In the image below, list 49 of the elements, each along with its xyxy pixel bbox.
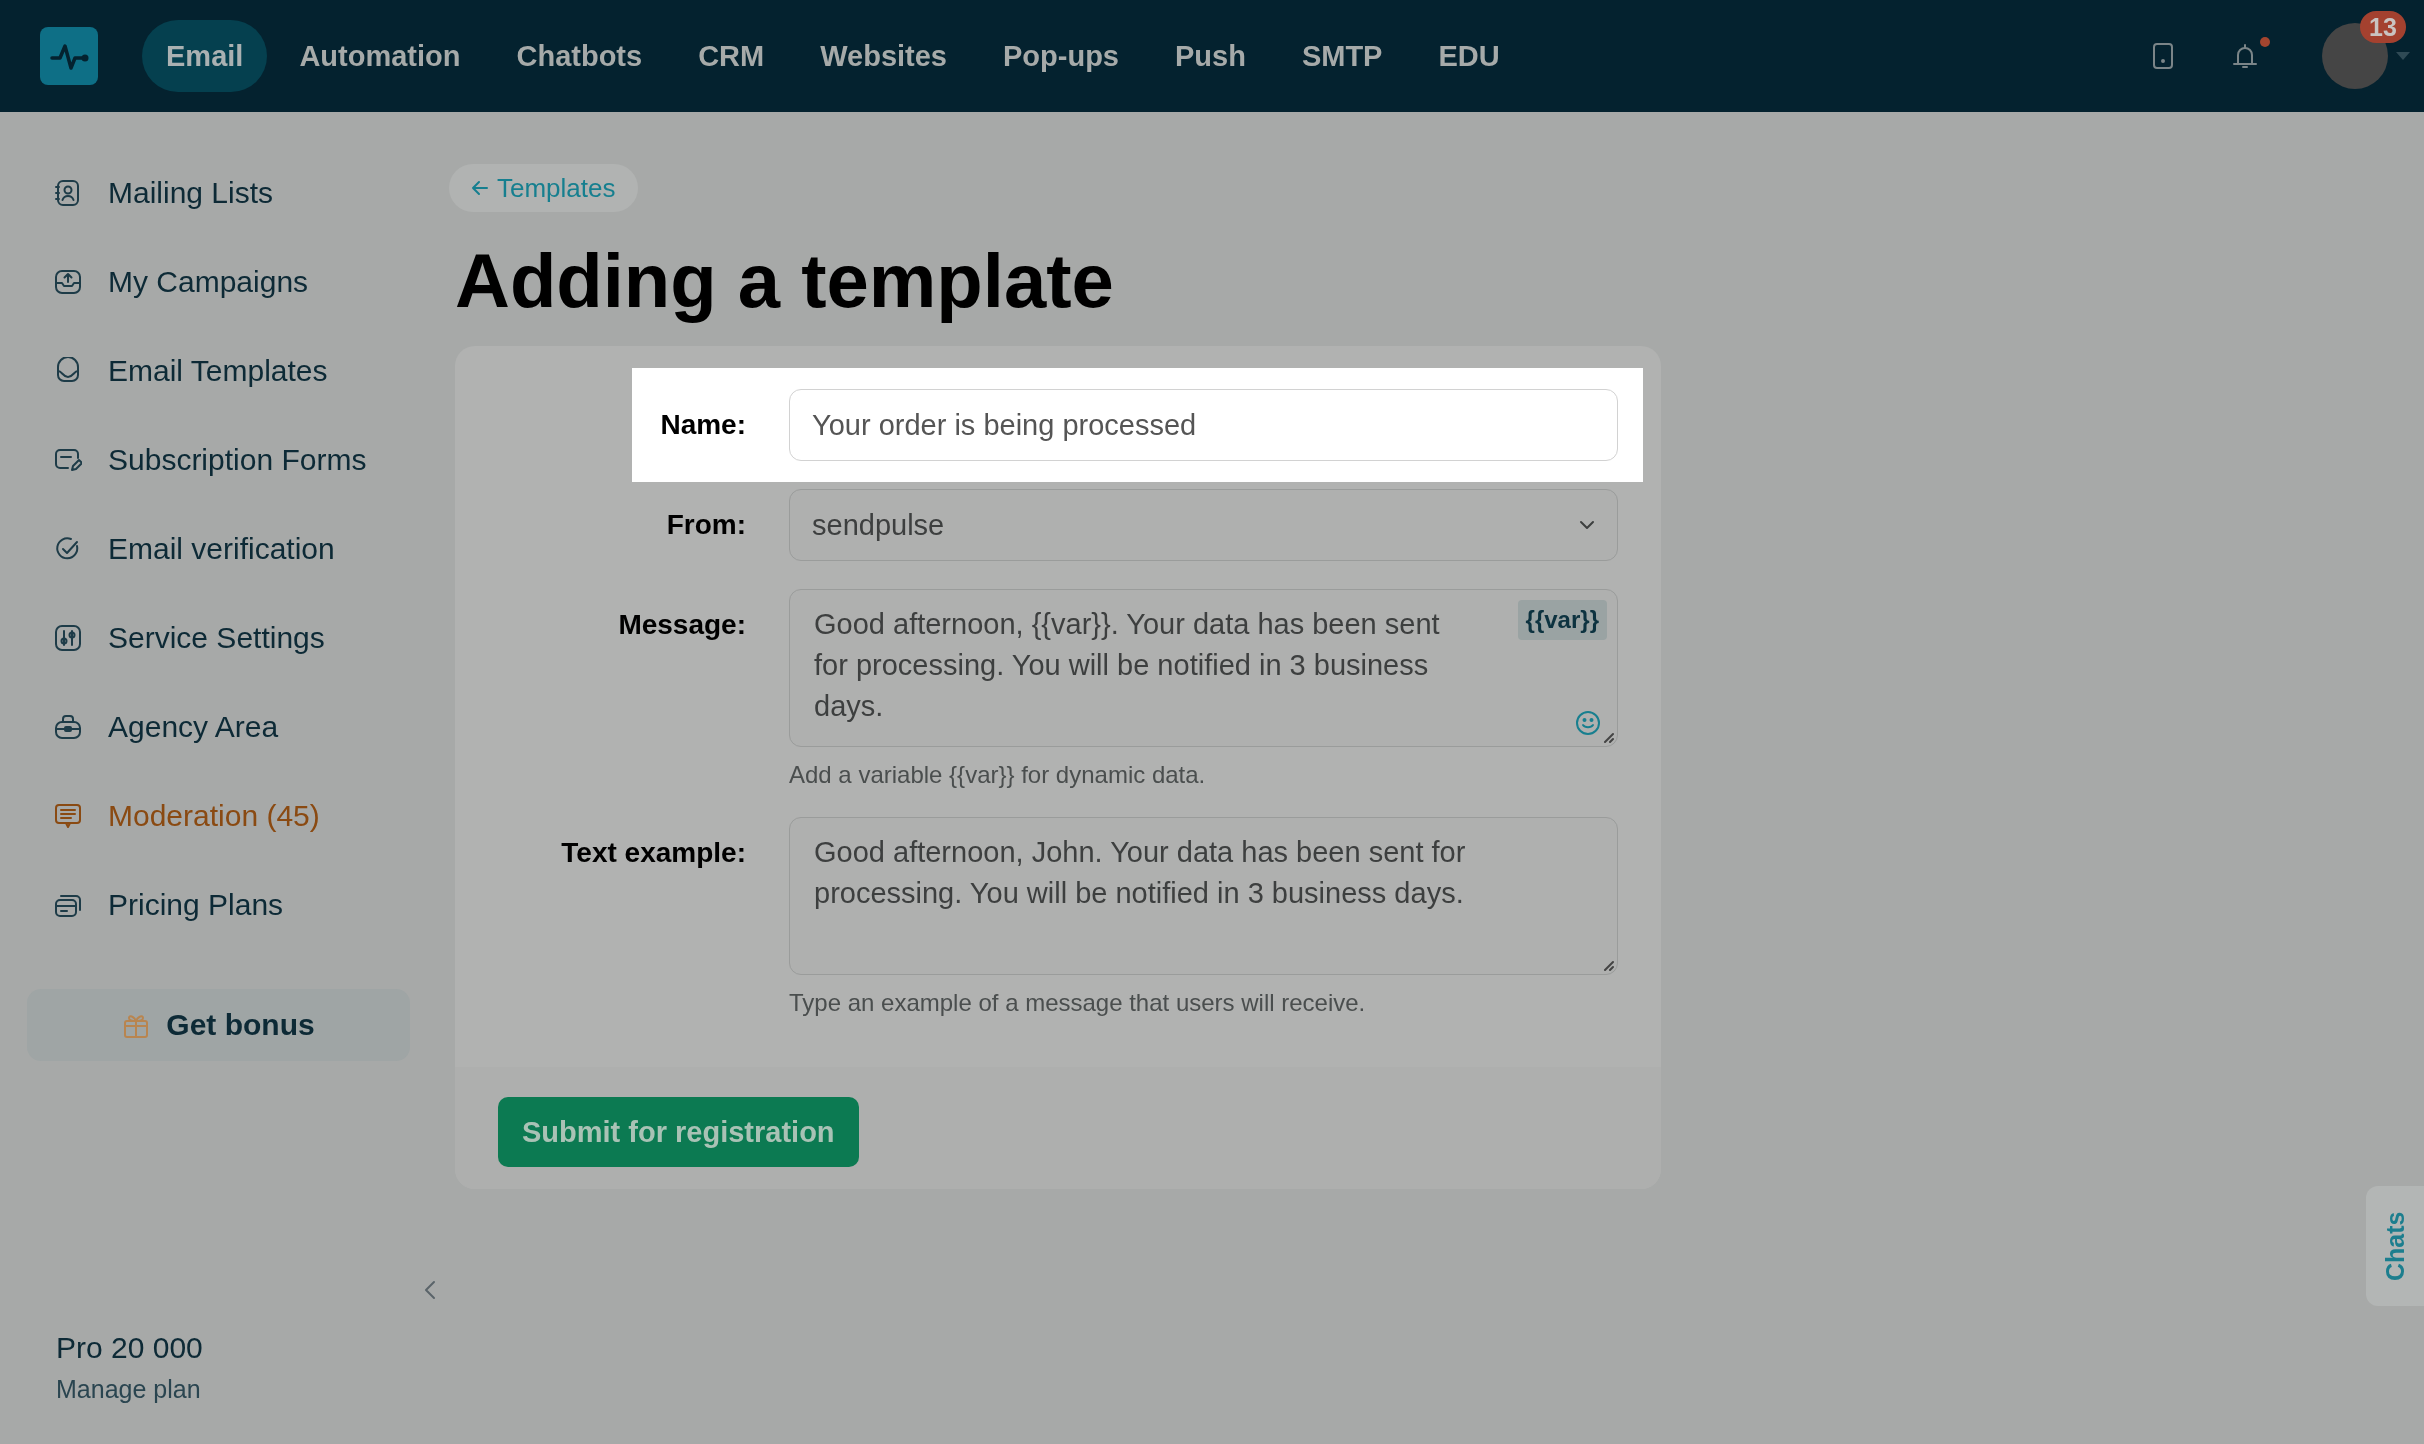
manage-plan-link[interactable]: Manage plan — [56, 1375, 430, 1404]
sidebar-item[interactable]: Mailing Lists — [108, 175, 274, 210]
contact-book-icon[interactable] — [54, 178, 82, 207]
inbox-upload-icon[interactable] — [54, 267, 82, 296]
nav-tab[interactable]: Pop-ups — [979, 20, 1143, 92]
plan-name: Pro 20 000 — [56, 1331, 204, 1365]
field-text: Good afternoon, John. Your data has been sent for processing. You will be notified in 3 business days. — [814, 835, 1467, 911]
hint-text: Type an example of a message that users will receive. — [789, 989, 1367, 1017]
bell-icon[interactable] — [2230, 41, 2260, 71]
resize-handle-icon[interactable] — [1602, 731, 1614, 743]
field-label: Message: — [618, 608, 746, 642]
text-example-field[interactable]: Good afternoon, John. Your data has been sent for processing. You will be notified in 3 business days. — [789, 817, 1618, 975]
nav-tab[interactable]: EDU — [1414, 20, 1524, 92]
sidebar-item[interactable]: Email verification — [108, 531, 335, 566]
field-label: From: — [666, 508, 746, 542]
sidebar-item[interactable]: Email Templates — [108, 353, 328, 388]
sidebar-item[interactable]: Agency Area — [108, 709, 279, 744]
sliders-icon[interactable] — [54, 623, 82, 652]
logo-icon[interactable] — [40, 27, 98, 85]
chevron-left-icon[interactable] — [424, 1280, 436, 1300]
sidebar-item[interactable]: Subscription Forms — [108, 442, 367, 477]
sidebar-item[interactable]: My Campaigns — [108, 264, 309, 299]
message-field[interactable]: Good afternoon, {{var}}. Your data has been sent for processing. You will be notified in 3 business days. {{var}} — [789, 589, 1618, 747]
page-title: Adding a template — [455, 237, 1115, 325]
field-label: Name: — [660, 408, 746, 442]
nav-tab[interactable]: Push — [1151, 20, 1270, 92]
chevron-down-icon — [1579, 520, 1595, 530]
hint-text: Add a variable {{var}} for dynamic data. — [789, 761, 1207, 789]
briefcase-icon[interactable] — [54, 712, 82, 741]
insert-variable-button[interactable]: {{var}} — [1517, 600, 1607, 640]
nav-tab[interactable]: CRM — [674, 20, 789, 92]
sender-dropdown[interactable]: sendpulse — [789, 489, 1618, 561]
message-icon[interactable] — [54, 801, 82, 830]
envelope-icon[interactable] — [54, 356, 82, 385]
field-label: Text example: — [561, 836, 746, 870]
notification-count: 13 — [2360, 11, 2406, 43]
nav-tab[interactable]: Email — [142, 20, 268, 92]
arrow-left-icon — [471, 180, 489, 196]
get-bonus-button[interactable]: Get bonus — [27, 989, 410, 1061]
name-field[interactable]: Your order is being processed — [789, 389, 1618, 461]
resize-handle-icon[interactable] — [1602, 959, 1614, 971]
nav-tab[interactable]: SMTP — [1277, 20, 1407, 92]
field-text: Good afternoon, {{var}}. Your data has been sent for processing. You will be notified in 3 business days. — [814, 607, 1441, 724]
phone-icon[interactable] — [2152, 42, 2174, 70]
sidebar-item[interactable]: Service Settings — [108, 620, 325, 655]
nav-tab[interactable]: Automation — [275, 20, 485, 92]
nav-tab[interactable]: Chatbots — [492, 20, 667, 92]
nav-tab[interactable]: Websites — [796, 20, 971, 92]
sidebar-item[interactable]: Pricing Plans — [108, 887, 284, 922]
